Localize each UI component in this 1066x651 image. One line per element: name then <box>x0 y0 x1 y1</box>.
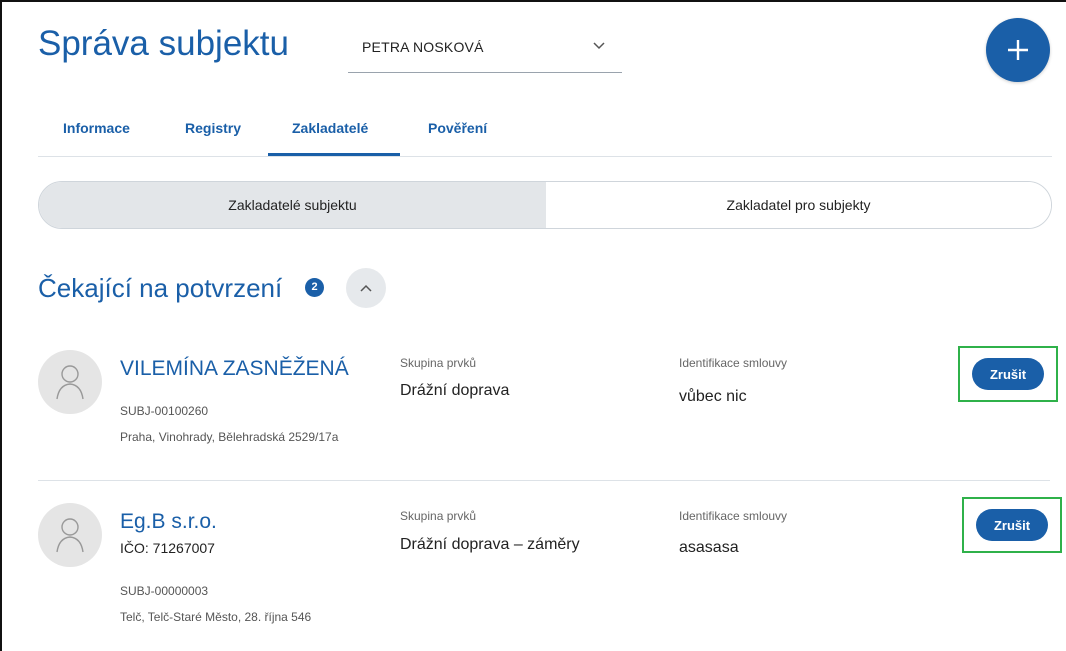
count-badge: 2 <box>305 278 324 297</box>
group-label: Skupina prvků <box>400 509 477 523</box>
subject-select[interactable]: PETRA NOSKOVÁ <box>348 26 622 73</box>
subject-select-value: PETRA NOSKOVÁ <box>362 39 484 55</box>
subject-address: Praha, Vinohrady, Bělehradská 2529/17a <box>120 430 339 444</box>
tab-registry[interactable]: Registry <box>185 120 241 136</box>
page-title: Správa subjektu <box>38 24 289 63</box>
section-title: Čekající na potvrzení <box>38 273 283 303</box>
window-border-top <box>0 0 1066 2</box>
list-item: Eg.B s.r.o. IČO: 71267007 SUBJ-00000003 … <box>38 481 1062 651</box>
user-icon <box>56 518 84 553</box>
cancel-button-highlight: Zrušit <box>958 346 1058 402</box>
subject-name-link[interactable]: Eg.B s.r.o. <box>120 510 217 534</box>
chevron-up-icon <box>360 284 372 292</box>
contract-label: Identifikace smlouvy <box>679 509 788 523</box>
cancel-button[interactable]: Zrušit <box>976 509 1048 541</box>
avatar <box>38 503 102 567</box>
active-tab-indicator <box>268 153 400 156</box>
group-label: Skupina prvků <box>400 356 477 370</box>
group-value: Drážní doprava – záměry <box>400 536 580 553</box>
collapse-button[interactable] <box>346 268 386 308</box>
subject-address: Telč, Telč-Staré Město, 28. října 546 <box>120 610 312 624</box>
subject-id: SUBJ-00000003 <box>120 584 209 598</box>
add-button[interactable] <box>986 18 1050 82</box>
contract-value: asasasa <box>679 539 739 556</box>
contract-value: vůbec nic <box>679 388 747 405</box>
tab-povereni[interactable]: Pověření <box>428 120 487 136</box>
cancel-button[interactable]: Zrušit <box>972 358 1044 390</box>
user-icon <box>56 365 84 400</box>
group-value: Drážní doprava <box>400 382 510 399</box>
subject-name-link[interactable]: VILEMÍNA ZASNĚŽENÁ <box>120 357 349 381</box>
subject-id: SUBJ-00100260 <box>120 404 209 418</box>
segmented-control: Zakladatelé subjektu Zakladatel pro subj… <box>38 181 1052 229</box>
cancel-button-highlight: Zrušit <box>962 497 1062 553</box>
plus-icon <box>1008 40 1028 60</box>
avatar <box>38 350 102 414</box>
tab-bar: Informace Registry Zakladatelé Pověření <box>38 104 1052 157</box>
tab-informace[interactable]: Informace <box>63 120 130 136</box>
contract-label: Identifikace smlouvy <box>679 356 788 370</box>
chevron-down-icon <box>593 42 605 50</box>
tab-zakladatele[interactable]: Zakladatelé <box>292 120 368 136</box>
subject-ico: IČO: 71267007 <box>120 540 215 556</box>
window-border-left <box>0 0 2 651</box>
segment-zakladatele-subjektu[interactable]: Zakladatelé subjektu <box>39 182 546 228</box>
list-item: VILEMÍNA ZASNĚŽENÁ SUBJ-00100260 Praha, … <box>38 336 1058 481</box>
segment-zakladatel-pro-subjekty[interactable]: Zakladatel pro subjekty <box>546 182 1051 228</box>
